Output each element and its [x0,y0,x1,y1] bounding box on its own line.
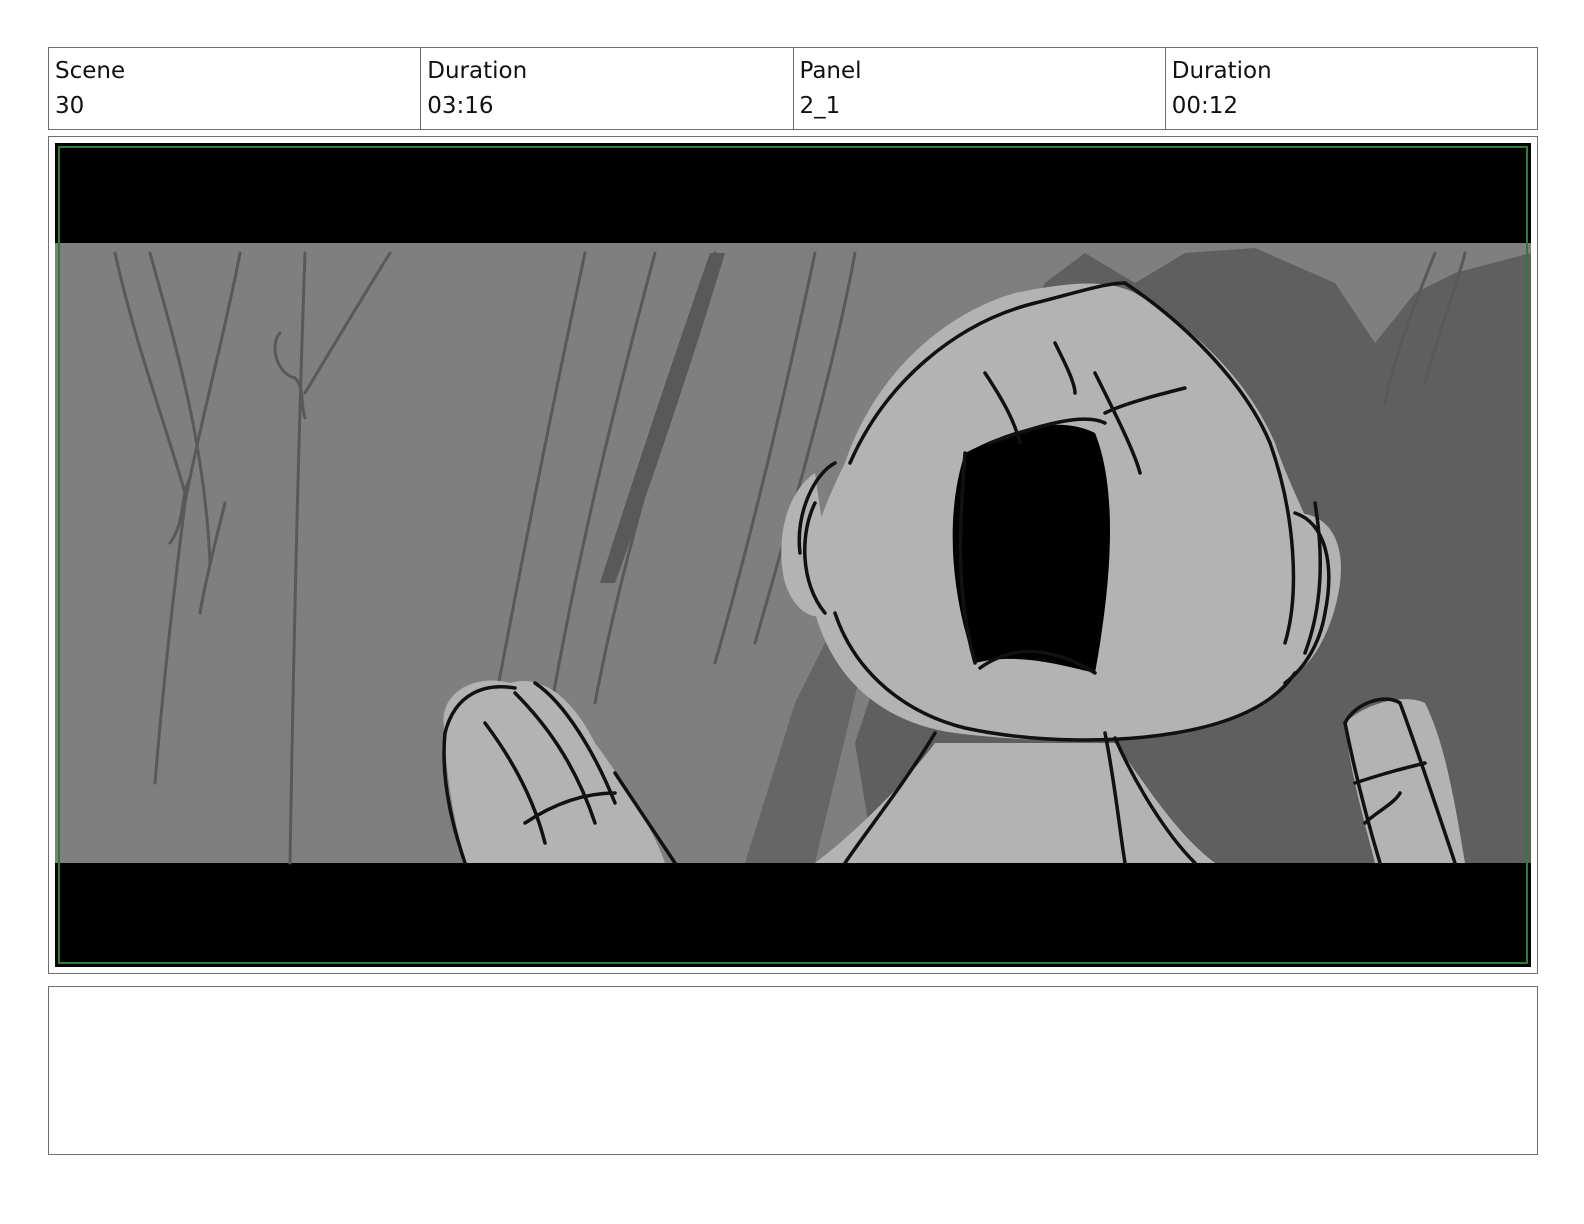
scene-number: 30 [55,93,85,119]
panel-duration-label: Duration [1171,58,1272,84]
scene-duration-cell: Duration 03:16 [421,48,794,129]
panel-info-header: Scene 30 Duration 03:16 Panel 2_1 Durati… [48,47,1538,130]
panel-cell: Panel 2_1 [794,48,1166,129]
panel-number: 2_1 [799,93,841,119]
panel-duration-value: 00:12 [1171,93,1239,119]
storyboard-panel-frame [48,136,1538,974]
storyboard-sketch-image [55,143,1531,967]
panel-label: Panel [799,58,862,84]
scene-duration-value: 03:16 [427,93,494,119]
scene-label: Scene [55,58,126,84]
panel-duration-cell: Duration 00:12 [1166,48,1537,129]
scene-cell: Scene 30 [49,48,422,129]
panel-notes-box [48,986,1538,1155]
scene-duration-label: Duration [427,58,528,84]
